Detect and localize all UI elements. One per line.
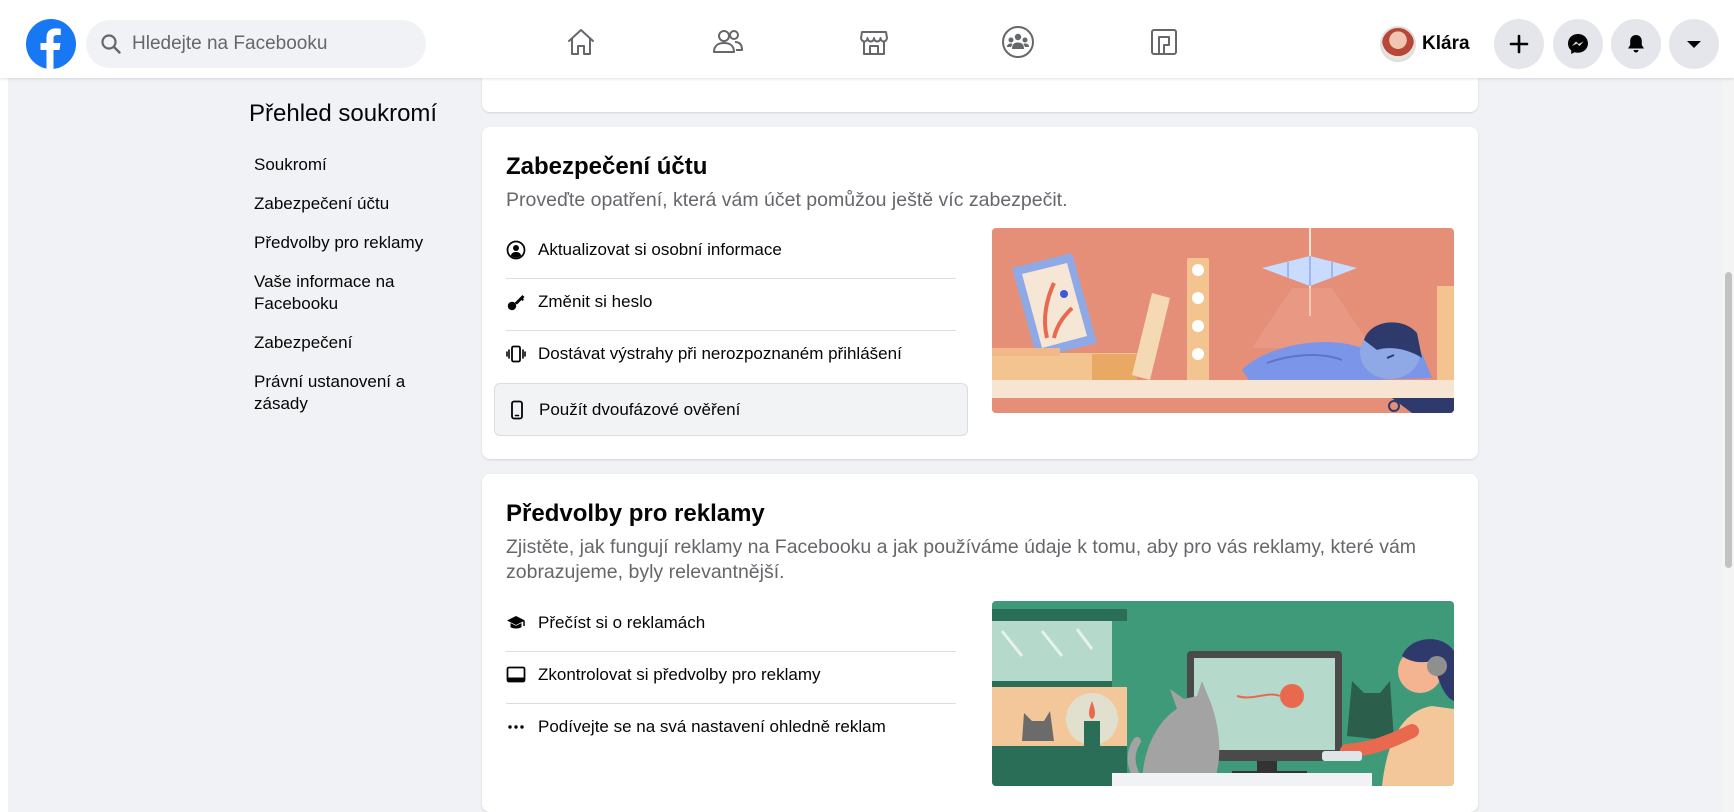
marketplace-icon [860, 31, 888, 55]
sidebar-item-security[interactable]: Zabezpečení [254, 332, 454, 354]
key-icon [506, 292, 526, 312]
option-label: Podívejte se na svá nastavení ohledně re… [538, 717, 886, 736]
nav-friends[interactable] [698, 20, 758, 64]
nav-marketplace[interactable] [844, 20, 904, 64]
change-password-option[interactable]: Změnit si heslo [494, 276, 968, 328]
update-personal-info-option[interactable]: Aktualizovat si osobní informace [494, 224, 968, 276]
card-title: Zabezpečení účtu [506, 153, 708, 180]
gaming-icon [1151, 29, 1177, 55]
nav-gaming[interactable] [1134, 20, 1194, 64]
user-name: Klára [1422, 33, 1470, 54]
nav-home[interactable] [551, 20, 611, 64]
account-security-card: Zabezpečení účtu Proveďte opatření, kter… [482, 127, 1478, 459]
graduation-cap-icon [506, 613, 526, 633]
card-title: Předvolby pro reklamy [506, 500, 765, 527]
laptop-icon [506, 665, 526, 685]
user-circle-icon [506, 240, 526, 260]
option-label: Přečíst si o reklamách [538, 613, 706, 632]
phone-icon [507, 400, 527, 420]
scrollbar-thumb[interactable] [1725, 272, 1732, 568]
account-menu-button[interactable] [1669, 19, 1719, 69]
home-icon [568, 29, 594, 55]
sidebar-item-your-facebook-information[interactable]: Vaše informace na Facebooku [254, 271, 454, 315]
view-ad-settings-option[interactable]: Podívejte se na svá nastavení ohledně re… [494, 701, 968, 753]
ad-preferences-illustration [992, 601, 1454, 786]
option-label: Aktualizovat si osobní informace [538, 240, 782, 259]
profile-shortcut[interactable]: Klára [1380, 24, 1470, 64]
facebook-logo-icon[interactable] [26, 19, 76, 69]
avatar [1380, 26, 1416, 62]
sidebar-item-ad-preferences[interactable]: Předvolby pro reklamy [254, 232, 454, 254]
search-icon [101, 34, 121, 54]
caret-down-icon [1687, 41, 1701, 48]
sidebar-title: Přehled soukromí [249, 100, 438, 127]
search-input[interactable] [132, 33, 412, 55]
phone-vibrate-icon [506, 344, 526, 364]
more-dots-icon [506, 717, 526, 737]
account-security-illustration [992, 228, 1454, 413]
sidebar-item-account-security[interactable]: Zabezpečení účtu [254, 193, 454, 215]
card-description: Proveďte opatření, která vám účet pomůžo… [506, 189, 1068, 211]
login-alerts-option[interactable]: Dostávat výstrahy při nerozpoznaném přih… [494, 328, 968, 380]
review-ad-preferences-option[interactable]: Zkontrolovat si předvolby pro reklamy [494, 649, 968, 701]
search-bar[interactable] [86, 20, 426, 68]
option-label: Dostávat výstrahy při nerozpoznaném přih… [538, 344, 902, 363]
sidebar-item-privacy[interactable]: Soukromí [254, 154, 454, 176]
read-about-ads-option[interactable]: Přečíst si o reklamách [494, 597, 968, 649]
plus-icon [1509, 34, 1529, 54]
groups-icon [1002, 26, 1034, 58]
option-label: Použít dvoufázové ověření [539, 399, 741, 419]
option-label: Zkontrolovat si předvolby pro reklamy [538, 665, 821, 684]
bell-icon [1628, 35, 1644, 53]
sidebar-item-legal[interactable]: Právní ustanovení a zásady [254, 371, 454, 415]
card-description: Zjistěte, jak fungují reklamy na Faceboo… [506, 536, 1417, 583]
friends-icon [713, 30, 743, 53]
two-factor-auth-option[interactable]: Použít dvoufázové ověření [494, 383, 968, 436]
nav-groups[interactable] [988, 20, 1048, 64]
ad-preferences-card: Předvolby pro reklamy Zjistěte, jak fung… [482, 474, 1478, 812]
top-navigation-bar: Klára [0, 0, 1734, 78]
messenger-icon [1568, 34, 1588, 54]
option-label: Změnit si heslo [538, 292, 653, 311]
notifications-button[interactable] [1611, 19, 1661, 69]
messenger-button[interactable] [1553, 19, 1603, 69]
create-button[interactable] [1494, 19, 1544, 69]
